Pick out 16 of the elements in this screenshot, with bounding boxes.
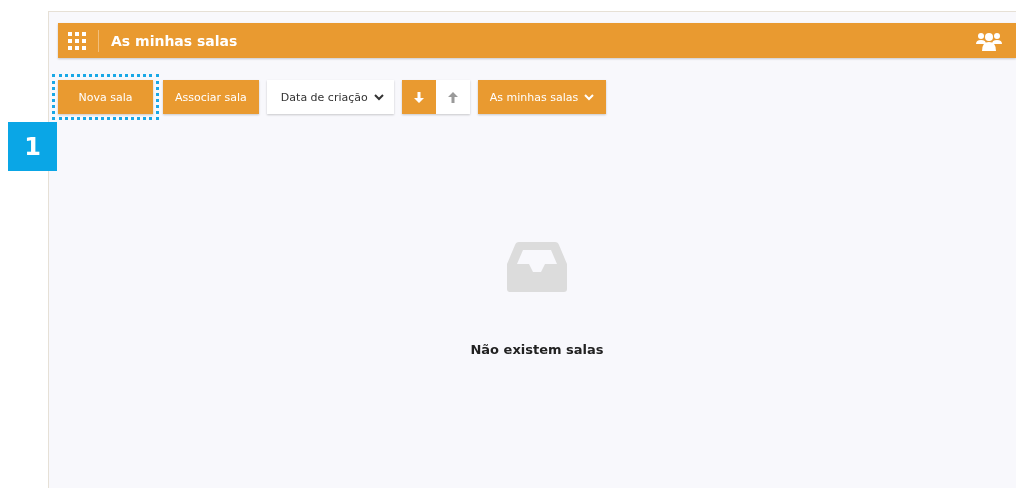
apps-grid-icon[interactable] [68, 31, 86, 50]
chevron-down-icon [584, 93, 595, 101]
arrow-down-icon [413, 91, 424, 103]
filter-dropdown[interactable]: As minhas salas [477, 80, 607, 114]
page-title: As minhas salas [111, 32, 239, 49]
empty-state-message: Não existem salas [470, 342, 604, 357]
sort-dropdown[interactable]: Data de criação [266, 80, 394, 114]
users-icon[interactable] [976, 30, 1002, 51]
chevron-down-icon [373, 93, 384, 101]
step-number-badge: 1 [8, 122, 57, 171]
action-button[interactable]: Associar sala [163, 80, 259, 114]
arrow-up-icon [447, 91, 458, 103]
sort-direction-button[interactable] [435, 80, 470, 114]
sort-direction-button[interactable] [401, 80, 436, 114]
action-button[interactable]: Nova sala [58, 80, 153, 114]
empty-inbox-icon [507, 242, 567, 292]
